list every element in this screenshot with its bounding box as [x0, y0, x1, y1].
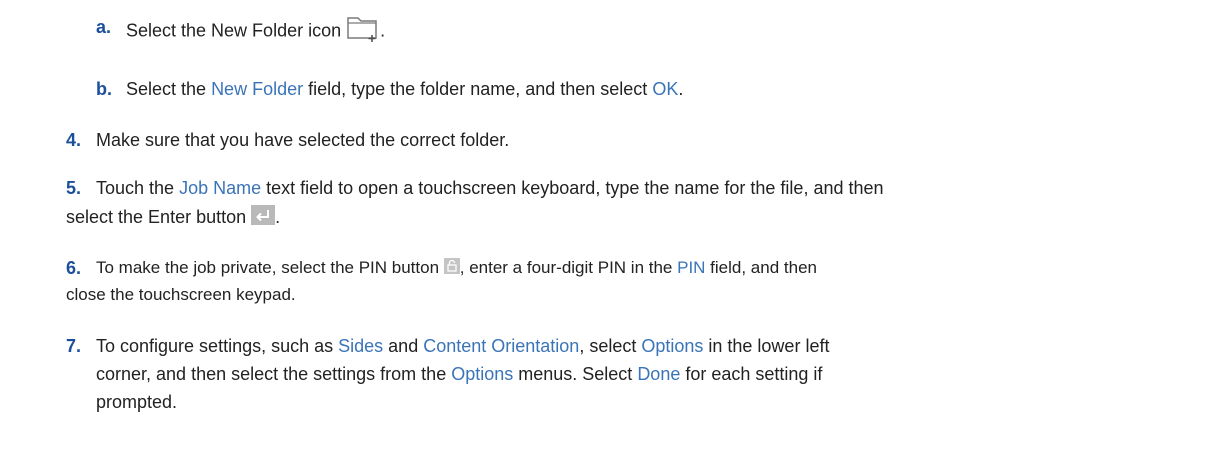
step-text-line-1: To make the job private, select the PIN …: [96, 255, 817, 282]
instructions-document: a. Select the New Folder icon . b. Selec…: [0, 0, 1215, 450]
step-text-line-1: To configure settings, such as Sides and…: [96, 336, 830, 356]
new-folder-icon: [346, 14, 380, 49]
step-b: b. Select the New Folder field, type the…: [0, 76, 1215, 102]
step-number: 4.: [66, 130, 82, 150]
step-text: Select the New Folder icon .: [126, 14, 385, 49]
enter-icon: [251, 204, 276, 232]
step-text-line-3: prompted.: [96, 392, 178, 412]
step-5: 5. Touch the Job Name text field to open…: [0, 175, 1215, 233]
step-number: 7.: [66, 336, 82, 356]
step-text-line-2: close the touchscreen keypad.: [66, 285, 296, 304]
step-number: b.: [96, 79, 112, 99]
step-4: 4. Make sure that you have selected the …: [0, 127, 1215, 153]
content-orientation-link: Content Orientation: [423, 336, 580, 356]
step-a: a. Select the New Folder icon .: [0, 12, 1215, 46]
step-number: 5.: [66, 178, 82, 198]
step-text-line-2: select the Enter button .: [66, 204, 280, 232]
step-text: Make sure that you have selected the cor…: [96, 130, 510, 150]
step-text-line-1: Touch the Job Name text field to open a …: [96, 178, 884, 198]
options-menus-link: Options: [451, 364, 514, 384]
options-link: Options: [641, 336, 704, 356]
new-folder-field-link: New Folder: [211, 79, 304, 99]
step-text: Select the New Folder field, type the fo…: [126, 79, 684, 99]
step-number: 6.: [66, 258, 82, 278]
step-number: a.: [96, 17, 112, 37]
step-text-line-2: corner, and then select the settings fro…: [96, 364, 823, 384]
done-link: Done: [637, 364, 681, 384]
job-name-link: Job Name: [179, 178, 262, 198]
step-6: 6. To make the job private, select the P…: [0, 255, 1215, 311]
pin-lock-icon: [443, 256, 460, 282]
ok-link: OK: [652, 79, 679, 99]
pin-field-link: PIN: [677, 258, 706, 277]
step-7: 7. To configure settings, such as Sides …: [0, 333, 1215, 419]
sides-link: Sides: [338, 336, 384, 356]
